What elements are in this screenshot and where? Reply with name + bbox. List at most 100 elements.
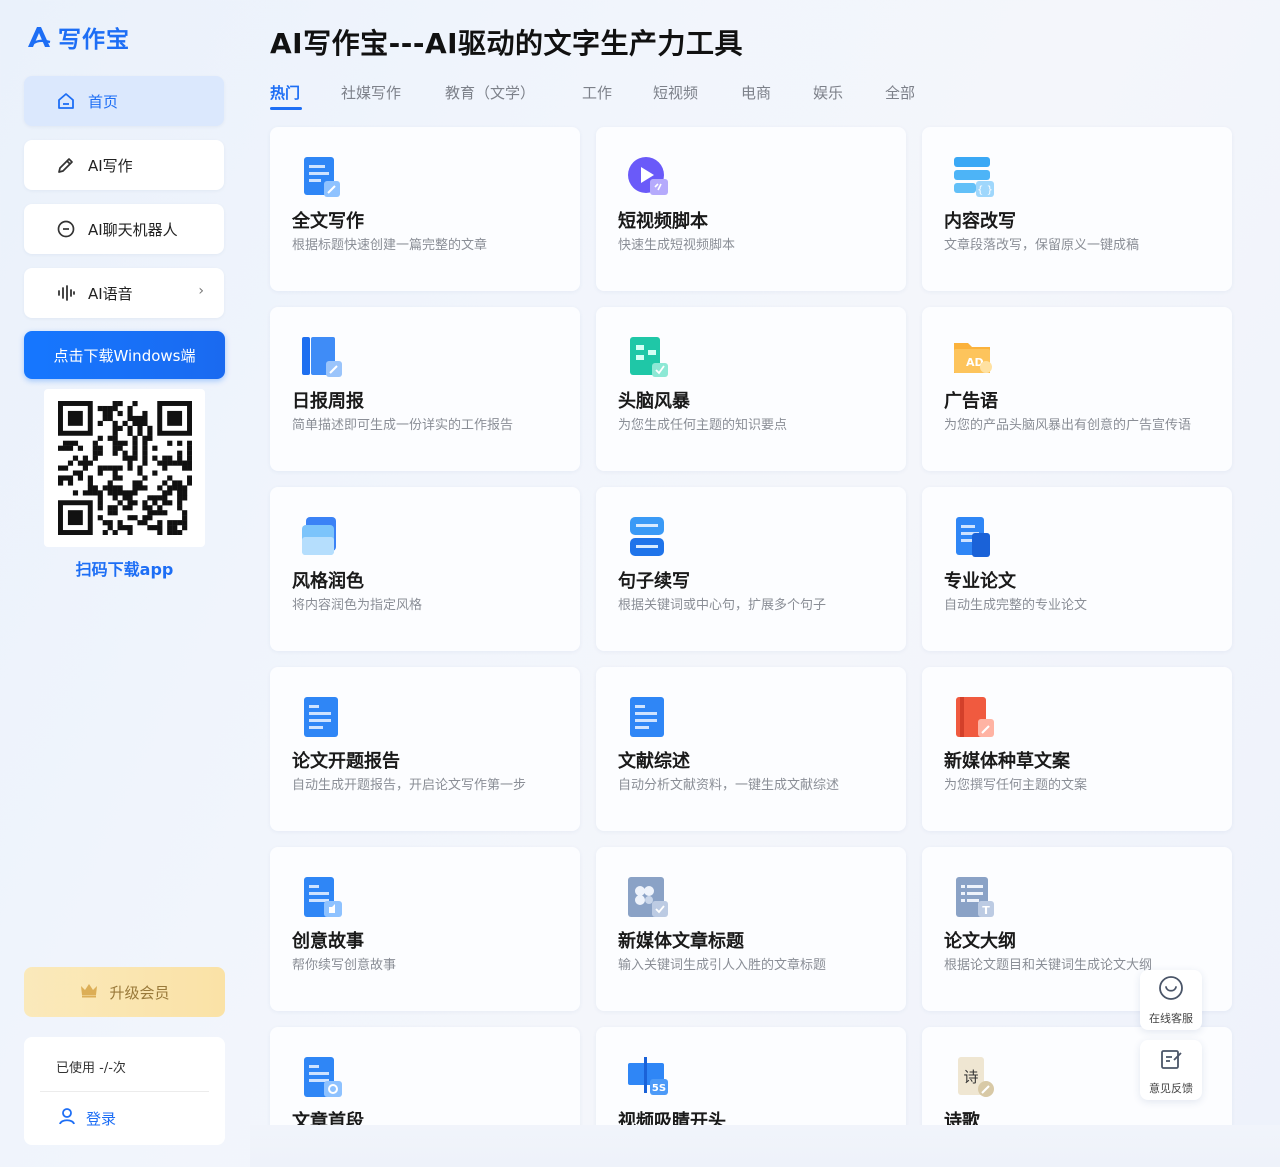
tool-card-title: 论文开题报告 <box>292 751 400 772</box>
tool-card[interactable]: { } 内容改写文章段落改写，保留原义一键成稿 <box>922 127 1232 291</box>
upgrade-membership-button[interactable]: 升级会员 <box>24 967 225 1017</box>
chat-bubble-icon <box>56 219 76 239</box>
logo-text: 写作宝 <box>58 27 130 53</box>
tab-short-video[interactable]: 短视频 <box>653 82 698 103</box>
tool-card-title: 论文大纲 <box>944 931 1016 952</box>
tool-card[interactable]: 全文写作根据标题快速创建一篇完整的文章 <box>270 127 580 291</box>
sidebar-item-label: AI写作 <box>88 156 133 175</box>
tool-card-description: 文章段落改写，保留原义一键成稿 <box>944 238 1140 253</box>
tab-work[interactable]: 工作 <box>582 82 612 103</box>
divider <box>40 1091 209 1092</box>
tool-card[interactable]: 论文开题报告自动生成开题报告，开启论文写作第一步 <box>270 667 580 831</box>
tool-card-description: 为您撰写任何主题的文案 <box>944 778 1088 793</box>
video-play-icon <box>624 153 672 201</box>
tab-all[interactable]: 全部 <box>885 82 915 103</box>
user-icon <box>58 1107 76 1129</box>
sidebar-item-label: AI语音 <box>88 284 133 303</box>
tool-card-description: 为您的产品头脑风暴出有创意的广告宣传语 <box>944 418 1192 433</box>
tool-card[interactable]: 短视频脚本 快速生成短视频脚本 <box>596 127 906 291</box>
tool-card-description: 根据标题快速创建一篇完整的文章 <box>292 238 488 253</box>
sidebar-item-label: AI聊天机器人 <box>88 220 178 239</box>
feedback-label: 意见反馈 <box>1149 1081 1193 1095</box>
tool-card-description: 输入关键词生成引人入胜的文章标题 <box>618 958 827 973</box>
feedback-button[interactable]: 意见反馈 <box>1140 1040 1202 1100</box>
sidebar-item-label: 首页 <box>88 92 119 111</box>
tool-card[interactable]: AD 广告语 为您的产品头脑风暴出有创意的广告宣传语 <box>922 307 1232 471</box>
tool-card-description: 自动分析文献资料，一键生成文献综述 <box>618 778 840 793</box>
proposal-doc-icon <box>298 693 346 741</box>
logo-icon <box>28 27 51 47</box>
tab-social-writing[interactable]: 社媒写作 <box>341 82 401 103</box>
poem-scroll-icon: 诗 <box>950 1053 998 1101</box>
page-title: AI写作宝---AI驱动的文字生产力工具 <box>270 27 744 60</box>
tool-card-description: 自动生成开题报告，开启论文写作第一步 <box>292 778 527 793</box>
svg-text:5S: 5S <box>652 1083 666 1094</box>
tool-card-title: 广告语 <box>944 391 998 412</box>
bottom-fade <box>250 1125 1280 1167</box>
qr-code-image <box>57 401 192 535</box>
tool-card[interactable]: 新媒体种草文案为您撰写任何主题的文案 <box>922 667 1232 831</box>
tab-education[interactable]: 教育（文学） <box>445 82 535 103</box>
literature-doc-icon <box>624 693 672 741</box>
tab-ecommerce[interactable]: 电商 <box>741 82 771 103</box>
tool-card-title: 日报周报 <box>292 391 364 412</box>
sentence-blocks-icon <box>624 513 672 561</box>
tool-card-description: 帮你续写创意故事 <box>292 958 397 973</box>
tool-card[interactable]: 句子续写根据关键词或中心句，扩展多个句子 <box>596 487 906 651</box>
tool-card-description: 简单描述即可生成一份详实的工作报告 <box>292 418 514 433</box>
tool-card-title: 专业论文 <box>944 571 1016 592</box>
pencil-icon <box>56 155 76 175</box>
login-label: 登录 <box>86 1109 117 1128</box>
paper-doc-icon <box>950 513 998 561</box>
download-windows-button[interactable]: 点击下载Windows端 <box>24 331 225 379</box>
crown-icon <box>79 982 99 1002</box>
first-paragraph-icon <box>298 1053 346 1101</box>
tool-card-title: 创意故事 <box>292 931 364 952</box>
tool-card-description: 将内容润色为指定风格 <box>292 598 423 613</box>
tool-card[interactable]: 新媒体文章标题输入关键词生成引人入胜的文章标题 <box>596 847 906 1011</box>
rewrite-doc-icon: { } <box>950 153 998 201</box>
account-panel: 已使用 -/-次 登录 <box>24 1037 225 1145</box>
tool-card[interactable]: 风格润色 将内容润色为指定风格 <box>270 487 580 651</box>
svg-text:诗: 诗 <box>963 1068 978 1086</box>
feedback-icon <box>1157 1045 1185 1076</box>
sidebar-item-ai-voice[interactable]: AI语音 › <box>24 268 224 318</box>
tool-card-title: 文献综述 <box>618 751 690 772</box>
online-service-button[interactable]: 在线客服 <box>1140 970 1202 1030</box>
brand-logo[interactable]: 写作宝 <box>24 20 130 54</box>
tool-card-title: 新媒体种草文案 <box>944 751 1070 772</box>
report-book-icon <box>298 333 346 381</box>
tab-entertainment[interactable]: 娱乐 <box>813 82 843 103</box>
tool-card-description: 根据论文题目和关键词生成论文大纲 <box>944 958 1153 973</box>
tool-card[interactable]: 专业论文自动生成完整的专业论文 <box>922 487 1232 651</box>
story-doc-icon <box>298 873 346 921</box>
svg-text:T: T <box>982 904 990 917</box>
tool-card[interactable]: 创意故事帮你续写创意故事 <box>270 847 580 1011</box>
tool-card[interactable]: 文献综述自动分析文献资料，一键生成文献综述 <box>596 667 906 831</box>
red-book-icon <box>950 693 998 741</box>
login-button[interactable]: 登录 <box>58 1107 116 1129</box>
sound-wave-icon <box>56 283 76 303</box>
sidebar-item-home[interactable]: 首页 <box>24 76 224 126</box>
tab-hot[interactable]: 热门 <box>270 82 300 103</box>
tool-card[interactable]: 头脑风暴 为您生成任何主题的知识要点 <box>596 307 906 471</box>
tool-card-title: 句子续写 <box>618 571 690 592</box>
tool-card-description: 根据关键词或中心句，扩展多个句子 <box>618 598 827 613</box>
tool-card-title: 新媒体文章标题 <box>618 931 744 952</box>
tool-card-title: 内容改写 <box>944 211 1016 232</box>
tool-card-title: 全文写作 <box>292 211 364 232</box>
document-edit-icon <box>298 153 346 201</box>
sidebar: 写作宝 首页 AI写作 AI聊天机器人 AI语音 › 点击下载Windows端 … <box>0 0 250 1167</box>
clover-title-icon <box>624 873 672 921</box>
sidebar-item-ai-writing[interactable]: AI写作 <box>24 140 224 190</box>
tool-card-description: 自动生成完整的专业论文 <box>944 598 1088 613</box>
tool-card[interactable]: 日报周报简单描述即可生成一份详实的工作报告 <box>270 307 580 471</box>
chevron-right-icon: › <box>198 283 204 299</box>
outline-doc-icon: T <box>950 873 998 921</box>
tool-card-title: 短视频脚本 <box>618 211 708 232</box>
sidebar-item-ai-chatbot[interactable]: AI聊天机器人 <box>24 204 224 254</box>
tool-card-title: 头脑风暴 <box>618 391 690 412</box>
mindmap-icon <box>624 333 672 381</box>
usage-text: 已使用 -/-次 <box>56 1061 126 1076</box>
video-5s-icon: 5S <box>624 1053 672 1101</box>
